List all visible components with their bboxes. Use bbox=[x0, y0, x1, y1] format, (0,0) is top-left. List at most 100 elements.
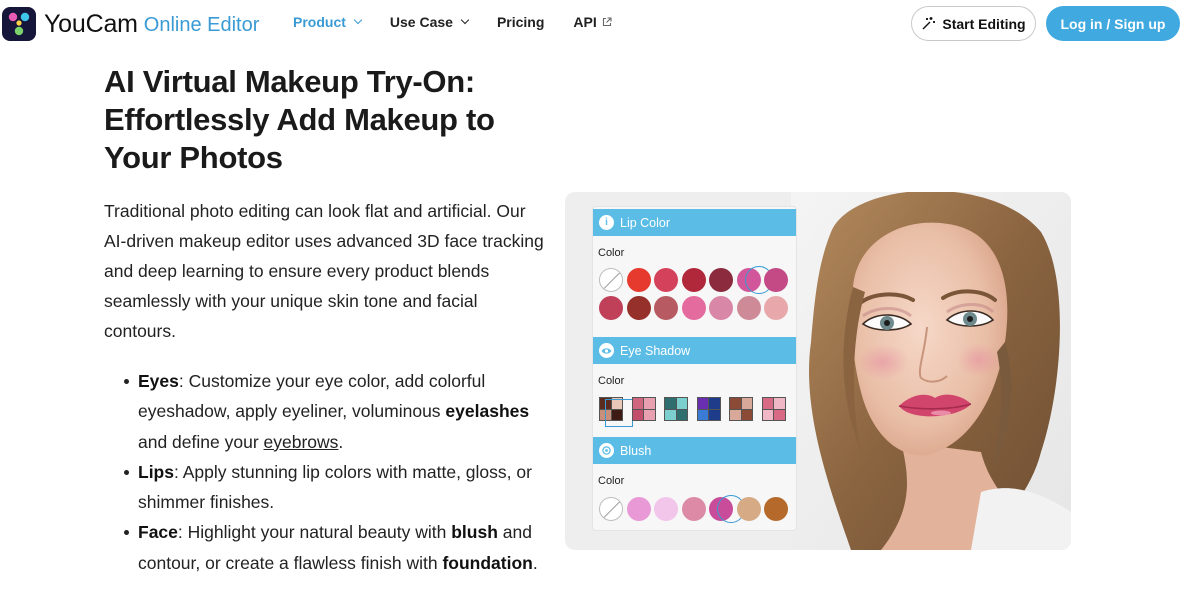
palette-cell bbox=[644, 398, 655, 409]
nav-api[interactable]: API bbox=[573, 14, 612, 30]
chevron-down-icon bbox=[460, 15, 470, 25]
brand-subtitle: Online Editor bbox=[143, 14, 260, 36]
info-icon: i bbox=[599, 215, 614, 230]
selected-palette-outline bbox=[605, 399, 633, 427]
palette-cell bbox=[774, 409, 785, 420]
lip-color-swatch[interactable] bbox=[681, 268, 706, 292]
bullet-bold: eyelashes bbox=[445, 401, 530, 422]
chevron-down-icon bbox=[353, 15, 363, 25]
blush-label: Color bbox=[598, 475, 625, 487]
main-nav: Product Use Case Pricing API bbox=[293, 14, 641, 30]
palette-cell bbox=[762, 398, 773, 409]
nav-product-label: Product bbox=[293, 14, 346, 30]
bullet-term: Face bbox=[138, 522, 178, 543]
lip-color-swatch[interactable] bbox=[626, 296, 651, 320]
bullet-text: . bbox=[532, 552, 538, 573]
bullet-bold: blush bbox=[451, 522, 498, 543]
nav-product[interactable]: Product bbox=[293, 14, 363, 30]
external-link-icon bbox=[602, 14, 612, 30]
lip-color-title: Lip Color bbox=[620, 215, 671, 230]
palette-cell bbox=[697, 398, 708, 409]
login-signup-label: Log in / Sign up bbox=[1060, 15, 1166, 32]
logo[interactable]: YouCam Online Editor bbox=[2, 7, 259, 41]
palette-cell bbox=[665, 398, 676, 409]
portrait-image bbox=[791, 192, 1071, 550]
blush-header: Blush bbox=[593, 437, 796, 464]
palette-cell bbox=[665, 409, 676, 420]
eye-shadow-palette[interactable] bbox=[664, 397, 688, 421]
bullet-text: . bbox=[338, 431, 344, 452]
eye-shadow-header: Eye Shadow bbox=[593, 337, 796, 364]
youcam-logo-icon bbox=[2, 7, 36, 41]
bullet-text: : Apply stunning lip colors with matte, … bbox=[138, 461, 532, 513]
list-item-lips: Lips: Apply stunning lip colors with mat… bbox=[121, 457, 551, 518]
lip-color-swatch[interactable] bbox=[709, 296, 733, 320]
magic-wand-icon bbox=[922, 17, 936, 30]
login-signup-button[interactable]: Log in / Sign up bbox=[1046, 6, 1180, 41]
palette-cell bbox=[741, 409, 752, 420]
blush-color-swatch[interactable] bbox=[626, 497, 651, 521]
bullet-bold: foundation bbox=[442, 552, 533, 573]
lip-color-header: i Lip Color bbox=[593, 209, 796, 236]
blush-color-swatch[interactable] bbox=[736, 497, 761, 521]
brand-name: YouCam bbox=[44, 9, 138, 38]
palette-cell bbox=[762, 409, 773, 420]
makeup-panel: i Lip Color Color Eye Shadow Color Blush… bbox=[592, 206, 797, 531]
eye-shadow-palette[interactable] bbox=[631, 397, 656, 421]
palette-cell bbox=[730, 409, 741, 420]
palette-cell bbox=[697, 409, 708, 420]
no-color-swatch[interactable] bbox=[599, 497, 623, 521]
blush-color-swatch[interactable] bbox=[764, 497, 788, 521]
nav-api-label: API bbox=[573, 14, 597, 30]
bullet-term: Lips bbox=[138, 461, 174, 482]
eye-icon bbox=[599, 343, 614, 358]
lip-color-swatch[interactable] bbox=[736, 296, 761, 320]
lip-color-swatch[interactable] bbox=[764, 296, 788, 320]
blush-icon bbox=[599, 443, 614, 458]
lip-color-swatch[interactable] bbox=[626, 268, 651, 292]
lip-color-swatch[interactable] bbox=[599, 296, 623, 320]
palette-cell bbox=[632, 409, 643, 420]
feature-list: Eyes: Customize your eye color, add colo… bbox=[121, 366, 551, 578]
eye-shadow-title: Eye Shadow bbox=[620, 343, 691, 358]
palette-cell bbox=[676, 398, 687, 409]
nav-use-case-label: Use Case bbox=[389, 14, 453, 30]
palette-cell bbox=[709, 398, 720, 409]
palette-cell bbox=[676, 409, 687, 420]
lip-color-label: Color bbox=[598, 247, 625, 259]
eye-shadow-palette[interactable] bbox=[761, 397, 786, 421]
blush-title: Blush bbox=[620, 443, 652, 458]
makeup-demo-image: i Lip Color Color Eye Shadow Color Blush… bbox=[565, 192, 1071, 550]
palette-cell bbox=[644, 409, 655, 420]
palette-cell bbox=[774, 398, 785, 409]
lip-color-swatch[interactable] bbox=[709, 268, 733, 292]
start-editing-label: Start Editing bbox=[942, 15, 1026, 32]
eye-shadow-label: Color bbox=[598, 375, 625, 387]
bullet-text: : Highlight your natural beauty with bbox=[177, 522, 452, 543]
lip-color-swatch[interactable] bbox=[764, 268, 788, 292]
page-title: AI Virtual Makeup Try-On: Effortlessly A… bbox=[104, 64, 495, 175]
nav-use-case[interactable]: Use Case bbox=[389, 14, 470, 30]
palette-cell bbox=[730, 398, 741, 409]
palette-cell bbox=[632, 398, 643, 409]
eye-shadow-palette[interactable] bbox=[729, 397, 753, 421]
bullet-text: : Customize your eye color, add colorful… bbox=[138, 371, 486, 422]
palette-cell bbox=[741, 398, 752, 409]
bullet-text: and define your bbox=[138, 431, 264, 452]
nav-pricing[interactable]: Pricing bbox=[497, 14, 544, 30]
bullet-term: Eyes bbox=[138, 371, 179, 391]
list-item-face: Face: Highlight your natural beauty with… bbox=[121, 517, 551, 578]
lip-color-swatch[interactable] bbox=[681, 296, 706, 320]
start-editing-button[interactable]: Start Editing bbox=[911, 6, 1036, 41]
eye-shadow-palette[interactable] bbox=[696, 397, 721, 421]
nav-pricing-label: Pricing bbox=[496, 14, 545, 30]
list-item-eyes: Eyes: Customize your eye color, add colo… bbox=[121, 366, 551, 457]
blush-color-swatch[interactable] bbox=[654, 497, 678, 521]
no-color-swatch[interactable] bbox=[599, 268, 623, 292]
lip-color-swatch[interactable] bbox=[654, 268, 678, 292]
blush-color-swatch[interactable] bbox=[681, 497, 706, 521]
top-navigation-bar: YouCam Online Editor Product Use Case Pr… bbox=[0, 0, 1200, 48]
eyebrows-link[interactable]: eyebrows bbox=[264, 432, 339, 452]
lip-color-swatch[interactable] bbox=[654, 296, 678, 320]
intro-paragraph: Traditional photo editing can look flat … bbox=[104, 201, 544, 341]
